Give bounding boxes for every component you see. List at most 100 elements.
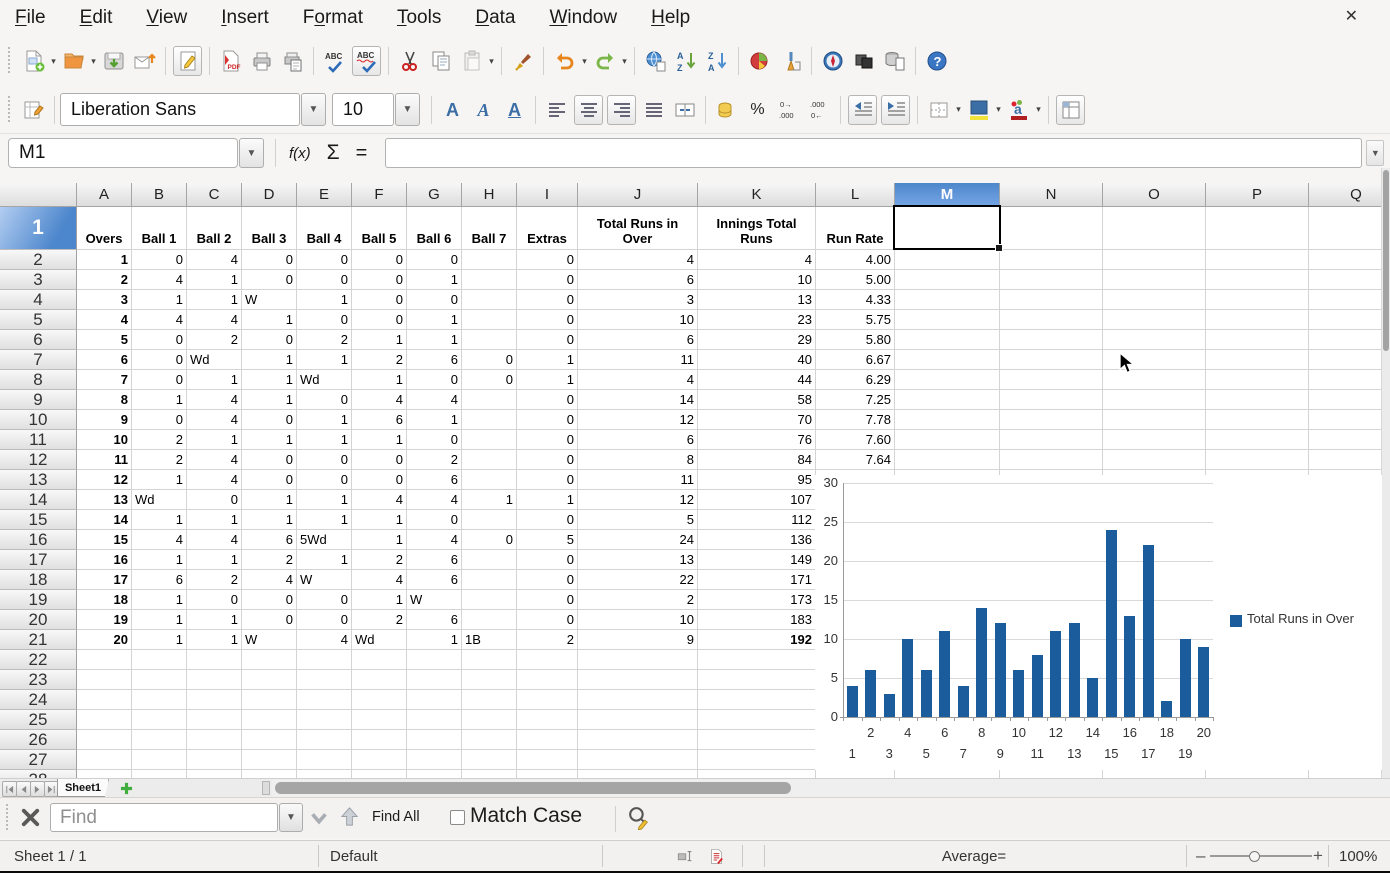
cell-H17[interactable] <box>462 550 517 570</box>
cell-F6[interactable]: 1 <box>352 330 407 350</box>
cell-P4[interactable] <box>1206 290 1309 310</box>
cell-I8[interactable]: 1 <box>517 370 578 390</box>
print-button[interactable] <box>248 47 275 75</box>
insert-chart-button[interactable] <box>746 47 773 75</box>
cell-E24[interactable] <box>297 690 352 710</box>
cell-A19[interactable]: 18 <box>77 590 132 610</box>
cell-J27[interactable] <box>578 750 698 770</box>
cell-B19[interactable]: 1 <box>132 590 187 610</box>
cell-E27[interactable] <box>297 750 352 770</box>
cell-H28[interactable] <box>462 770 517 778</box>
menu-file[interactable]: File <box>15 7 46 29</box>
cell-J6[interactable]: 6 <box>578 330 698 350</box>
cell-I19[interactable]: 0 <box>517 590 578 610</box>
cell-E19[interactable]: 0 <box>297 590 352 610</box>
cell-N11[interactable] <box>1000 430 1103 450</box>
undo-button[interactable] <box>551 47 578 75</box>
cell-F10[interactable]: 6 <box>352 410 407 430</box>
cell-M2[interactable] <box>895 250 1000 270</box>
cell-N10[interactable] <box>1000 410 1103 430</box>
cell-E17[interactable]: 1 <box>297 550 352 570</box>
cell-C3[interactable]: 1 <box>187 270 242 290</box>
cell-K23[interactable] <box>698 670 816 690</box>
cell-D10[interactable]: 0 <box>242 410 297 430</box>
cell-H24[interactable] <box>462 690 517 710</box>
row-header-6[interactable]: 6 <box>0 330 77 350</box>
cell-E8[interactable]: Wd <box>297 370 352 390</box>
cell-F8[interactable]: 1 <box>352 370 407 390</box>
cell-B16[interactable]: 4 <box>132 530 187 550</box>
cell-L12[interactable]: 7.64 <box>816 450 895 470</box>
increase-indent-button[interactable] <box>881 95 910 125</box>
cell-G24[interactable] <box>407 690 462 710</box>
cell-B10[interactable]: 0 <box>132 410 187 430</box>
cell-J9[interactable]: 14 <box>578 390 698 410</box>
cell-F24[interactable] <box>352 690 407 710</box>
cell-H5[interactable] <box>462 310 517 330</box>
row-header-16[interactable]: 16 <box>0 530 77 550</box>
add-decimal-button[interactable]: 0→.000 <box>775 96 802 124</box>
cell-K14[interactable]: 107 <box>698 490 816 510</box>
cell-G6[interactable]: 1 <box>407 330 462 350</box>
paste-dropdown-icon[interactable]: ▾ <box>487 56 496 67</box>
zoom-in-icon[interactable]: + <box>1313 841 1323 871</box>
column-header-F[interactable]: F <box>352 183 407 207</box>
horizontal-scrollbar[interactable] <box>272 779 1390 798</box>
cell-J24[interactable] <box>578 690 698 710</box>
cell-E26[interactable] <box>297 730 352 750</box>
cell-G16[interactable]: 4 <box>407 530 462 550</box>
document-modified-icon[interactable] <box>708 841 725 871</box>
row-header-4[interactable]: 4 <box>0 290 77 310</box>
cell-G20[interactable]: 6 <box>407 610 462 630</box>
cell-J25[interactable] <box>578 710 698 730</box>
cell-K8[interactable]: 44 <box>698 370 816 390</box>
function-wizard-icon[interactable]: f(x) <box>289 145 311 162</box>
decrease-indent-button[interactable] <box>848 95 877 125</box>
redo-dropdown-icon[interactable]: ▾ <box>620 56 629 67</box>
background-color-button[interactable] <box>965 96 992 124</box>
cell-F19[interactable]: 1 <box>352 590 407 610</box>
cell-D11[interactable]: 1 <box>242 430 297 450</box>
font-size-combobox[interactable]: 10 <box>332 93 394 126</box>
cell-N12[interactable] <box>1000 450 1103 470</box>
bold-button[interactable]: A <box>439 96 466 124</box>
cell-D3[interactable]: 0 <box>242 270 297 290</box>
cell-G28[interactable] <box>407 770 462 778</box>
cell-I13[interactable]: 0 <box>517 470 578 490</box>
cell-J1[interactable]: Total Runs in Over <box>578 207 698 250</box>
auto-spellcheck-button[interactable]: ABC <box>352 46 381 76</box>
toolbar-drag-handle[interactable] <box>4 804 11 832</box>
align-left-button[interactable] <box>543 96 570 124</box>
cell-I10[interactable]: 0 <box>517 410 578 430</box>
cell-E28[interactable] <box>297 770 352 778</box>
cell-K26[interactable] <box>698 730 816 750</box>
cell-P3[interactable] <box>1206 270 1309 290</box>
open-dropdown-icon[interactable]: ▾ <box>89 56 98 67</box>
cell-P28[interactable] <box>1206 770 1309 778</box>
cell-O9[interactable] <box>1103 390 1206 410</box>
cell-D21[interactable]: W <box>242 630 297 650</box>
cell-E20[interactable]: 0 <box>297 610 352 630</box>
cell-J17[interactable]: 13 <box>578 550 698 570</box>
cell-O10[interactable] <box>1103 410 1206 430</box>
cell-J12[interactable]: 8 <box>578 450 698 470</box>
cell-D15[interactable]: 1 <box>242 510 297 530</box>
column-header-M[interactable]: M <box>895 183 1000 207</box>
cell-E15[interactable]: 1 <box>297 510 352 530</box>
row-header-23[interactable]: 23 <box>0 670 77 690</box>
cell-F25[interactable] <box>352 710 407 730</box>
cell-M11[interactable] <box>895 430 1000 450</box>
cell-Q8[interactable] <box>1309 370 1382 390</box>
background-color-dropdown-icon[interactable]: ▾ <box>994 104 1003 115</box>
cell-B20[interactable]: 1 <box>132 610 187 630</box>
cell-F15[interactable]: 1 <box>352 510 407 530</box>
find-previous-icon[interactable] <box>338 805 361 833</box>
cell-C18[interactable]: 2 <box>187 570 242 590</box>
column-header-D[interactable]: D <box>242 183 297 207</box>
cell-O28[interactable] <box>1103 770 1206 778</box>
font-size-dropdown-icon[interactable]: ▼ <box>395 93 420 126</box>
copy-button[interactable] <box>427 47 454 75</box>
cell-J28[interactable] <box>578 770 698 778</box>
cell-P1[interactable] <box>1206 207 1309 250</box>
cell-Q7[interactable] <box>1309 350 1382 370</box>
